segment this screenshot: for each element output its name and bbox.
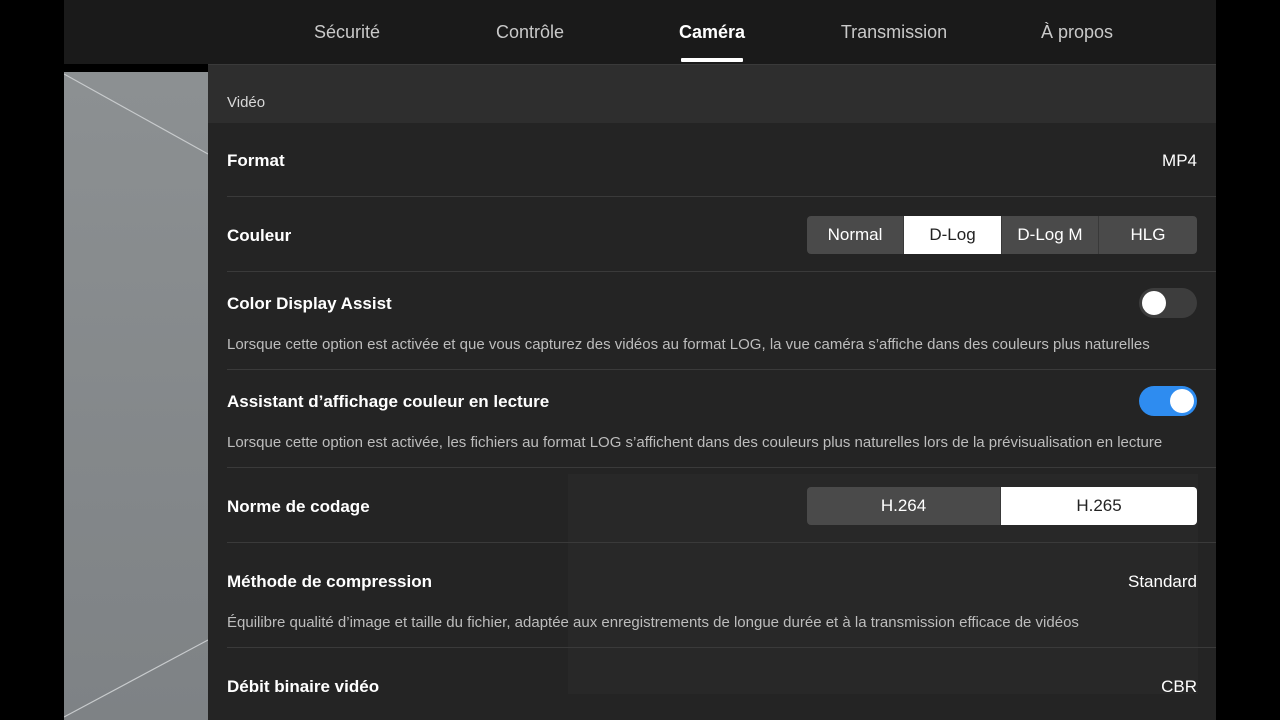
camera-live-view [64, 72, 208, 720]
norme-codage-option-h264[interactable]: H.264 [807, 487, 1001, 525]
tab-controle[interactable]: Contrôle [482, 0, 578, 64]
tab-securite[interactable]: Sécurité [300, 0, 394, 64]
section-header: Vidéo [208, 64, 1216, 123]
tab-camera[interactable]: Caméra [665, 0, 759, 64]
divider [227, 196, 1216, 197]
screen: Sécurité Contrôle Caméra Transmission À … [0, 0, 1280, 720]
color-display-assist-toggle[interactable] [1139, 288, 1197, 318]
settings-panel: Vidéo Format MP4 Couleur Normal D-Log D-… [208, 64, 1216, 720]
toggle-knob [1170, 389, 1194, 413]
divider [227, 542, 1216, 543]
couleur-segmented-control: Normal D-Log D-Log M HLG [807, 216, 1197, 254]
methode-compression-description: Équilibre qualité d’image et taille du f… [227, 614, 1079, 631]
couleur-option-dlog[interactable]: D-Log [904, 216, 1002, 254]
tab-a-propos[interactable]: À propos [1030, 0, 1124, 64]
divider [227, 369, 1216, 370]
divider [227, 647, 1216, 648]
tab-transmission[interactable]: Transmission [834, 0, 954, 64]
format-label: Format [227, 151, 285, 170]
assistant-lecture-description: Lorsque cette option est activée, les fi… [227, 434, 1163, 451]
color-display-assist-description: Lorsque cette option est activée et que … [227, 336, 1150, 353]
format-value[interactable]: MP4 [1162, 151, 1197, 171]
toggle-knob [1142, 291, 1166, 315]
assistant-lecture-toggle[interactable] [1139, 386, 1197, 416]
divider [227, 271, 1216, 272]
couleur-label: Couleur [227, 226, 292, 245]
methode-compression-label: Méthode de compression [227, 572, 432, 591]
norme-codage-segmented-control: H.264 H.265 [807, 487, 1197, 525]
couleur-option-dlog-m[interactable]: D-Log M [1002, 216, 1099, 254]
norme-codage-option-h265[interactable]: H.265 [1001, 487, 1197, 525]
color-display-assist-label: Color Display Assist [227, 294, 392, 313]
couleur-option-normal[interactable]: Normal [807, 216, 904, 254]
couleur-option-hlg[interactable]: HLG [1099, 216, 1197, 254]
left-letterbox [0, 0, 64, 720]
norme-codage-label: Norme de codage [227, 497, 370, 516]
assistant-lecture-label: Assistant d’affichage couleur en lecture [227, 392, 550, 411]
methode-compression-value[interactable]: Standard [1128, 572, 1197, 592]
divider [227, 467, 1216, 468]
active-tab-indicator [681, 58, 743, 62]
debit-binaire-value[interactable]: CBR [1161, 677, 1197, 697]
debit-binaire-label: Débit binaire vidéo [227, 677, 380, 696]
section-title: Vidéo [227, 94, 266, 111]
right-letterbox [1216, 0, 1280, 720]
